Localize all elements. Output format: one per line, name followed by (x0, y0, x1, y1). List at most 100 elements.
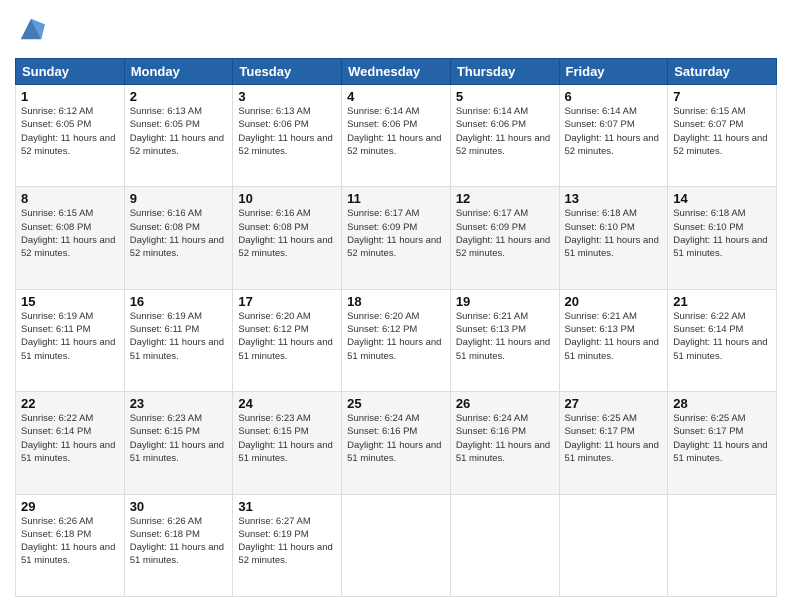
day-cell: 17Sunrise: 6:20 AMSunset: 6:12 PMDayligh… (233, 289, 342, 391)
day-number: 7 (673, 89, 771, 104)
day-number: 18 (347, 294, 445, 309)
week-row-5: 29Sunrise: 6:26 AMSunset: 6:18 PMDayligh… (16, 494, 777, 596)
day-info: Sunrise: 6:13 AMSunset: 6:05 PMDaylight:… (130, 105, 228, 158)
day-cell: 9Sunrise: 6:16 AMSunset: 6:08 PMDaylight… (124, 187, 233, 289)
day-info: Sunrise: 6:24 AMSunset: 6:16 PMDaylight:… (456, 412, 554, 465)
day-cell: 27Sunrise: 6:25 AMSunset: 6:17 PMDayligh… (559, 392, 668, 494)
day-number: 16 (130, 294, 228, 309)
day-number: 14 (673, 191, 771, 206)
day-info: Sunrise: 6:14 AMSunset: 6:06 PMDaylight:… (456, 105, 554, 158)
day-number: 28 (673, 396, 771, 411)
day-number: 23 (130, 396, 228, 411)
day-info: Sunrise: 6:20 AMSunset: 6:12 PMDaylight:… (347, 310, 445, 363)
day-number: 19 (456, 294, 554, 309)
day-info: Sunrise: 6:23 AMSunset: 6:15 PMDaylight:… (238, 412, 336, 465)
day-number: 1 (21, 89, 119, 104)
day-number: 25 (347, 396, 445, 411)
weekday-header-row: SundayMondayTuesdayWednesdayThursdayFrid… (16, 59, 777, 85)
day-number: 4 (347, 89, 445, 104)
day-cell: 31Sunrise: 6:27 AMSunset: 6:19 PMDayligh… (233, 494, 342, 596)
day-cell: 8Sunrise: 6:15 AMSunset: 6:08 PMDaylight… (16, 187, 125, 289)
day-number: 20 (565, 294, 663, 309)
day-number: 15 (21, 294, 119, 309)
day-info: Sunrise: 6:12 AMSunset: 6:05 PMDaylight:… (21, 105, 119, 158)
day-number: 9 (130, 191, 228, 206)
weekday-header-wednesday: Wednesday (342, 59, 451, 85)
day-info: Sunrise: 6:20 AMSunset: 6:12 PMDaylight:… (238, 310, 336, 363)
day-cell: 4Sunrise: 6:14 AMSunset: 6:06 PMDaylight… (342, 85, 451, 187)
day-cell (450, 494, 559, 596)
day-info: Sunrise: 6:17 AMSunset: 6:09 PMDaylight:… (347, 207, 445, 260)
weekday-header-thursday: Thursday (450, 59, 559, 85)
day-number: 21 (673, 294, 771, 309)
day-info: Sunrise: 6:23 AMSunset: 6:15 PMDaylight:… (130, 412, 228, 465)
day-number: 10 (238, 191, 336, 206)
day-number: 12 (456, 191, 554, 206)
day-number: 30 (130, 499, 228, 514)
day-number: 31 (238, 499, 336, 514)
day-cell: 14Sunrise: 6:18 AMSunset: 6:10 PMDayligh… (668, 187, 777, 289)
day-info: Sunrise: 6:26 AMSunset: 6:18 PMDaylight:… (21, 515, 119, 568)
day-cell: 24Sunrise: 6:23 AMSunset: 6:15 PMDayligh… (233, 392, 342, 494)
weekday-header-tuesday: Tuesday (233, 59, 342, 85)
day-info: Sunrise: 6:14 AMSunset: 6:06 PMDaylight:… (347, 105, 445, 158)
logo-icon (17, 15, 45, 43)
day-cell: 11Sunrise: 6:17 AMSunset: 6:09 PMDayligh… (342, 187, 451, 289)
day-cell: 12Sunrise: 6:17 AMSunset: 6:09 PMDayligh… (450, 187, 559, 289)
day-info: Sunrise: 6:27 AMSunset: 6:19 PMDaylight:… (238, 515, 336, 568)
day-info: Sunrise: 6:22 AMSunset: 6:14 PMDaylight:… (21, 412, 119, 465)
day-info: Sunrise: 6:24 AMSunset: 6:16 PMDaylight:… (347, 412, 445, 465)
logo (15, 15, 45, 48)
day-info: Sunrise: 6:19 AMSunset: 6:11 PMDaylight:… (130, 310, 228, 363)
day-info: Sunrise: 6:17 AMSunset: 6:09 PMDaylight:… (456, 207, 554, 260)
day-info: Sunrise: 6:21 AMSunset: 6:13 PMDaylight:… (456, 310, 554, 363)
day-cell: 6Sunrise: 6:14 AMSunset: 6:07 PMDaylight… (559, 85, 668, 187)
day-cell: 1Sunrise: 6:12 AMSunset: 6:05 PMDaylight… (16, 85, 125, 187)
day-cell: 28Sunrise: 6:25 AMSunset: 6:17 PMDayligh… (668, 392, 777, 494)
day-number: 2 (130, 89, 228, 104)
day-info: Sunrise: 6:21 AMSunset: 6:13 PMDaylight:… (565, 310, 663, 363)
weekday-header-monday: Monday (124, 59, 233, 85)
day-cell: 10Sunrise: 6:16 AMSunset: 6:08 PMDayligh… (233, 187, 342, 289)
day-info: Sunrise: 6:18 AMSunset: 6:10 PMDaylight:… (673, 207, 771, 260)
day-number: 22 (21, 396, 119, 411)
day-number: 11 (347, 191, 445, 206)
day-info: Sunrise: 6:22 AMSunset: 6:14 PMDaylight:… (673, 310, 771, 363)
weekday-header-friday: Friday (559, 59, 668, 85)
day-info: Sunrise: 6:19 AMSunset: 6:11 PMDaylight:… (21, 310, 119, 363)
day-number: 24 (238, 396, 336, 411)
day-cell: 16Sunrise: 6:19 AMSunset: 6:11 PMDayligh… (124, 289, 233, 391)
day-cell: 20Sunrise: 6:21 AMSunset: 6:13 PMDayligh… (559, 289, 668, 391)
day-cell: 25Sunrise: 6:24 AMSunset: 6:16 PMDayligh… (342, 392, 451, 494)
week-row-4: 22Sunrise: 6:22 AMSunset: 6:14 PMDayligh… (16, 392, 777, 494)
day-info: Sunrise: 6:18 AMSunset: 6:10 PMDaylight:… (565, 207, 663, 260)
day-info: Sunrise: 6:25 AMSunset: 6:17 PMDaylight:… (673, 412, 771, 465)
header (15, 15, 777, 48)
day-number: 3 (238, 89, 336, 104)
day-cell: 26Sunrise: 6:24 AMSunset: 6:16 PMDayligh… (450, 392, 559, 494)
day-cell (668, 494, 777, 596)
day-cell: 21Sunrise: 6:22 AMSunset: 6:14 PMDayligh… (668, 289, 777, 391)
day-cell (559, 494, 668, 596)
day-cell: 29Sunrise: 6:26 AMSunset: 6:18 PMDayligh… (16, 494, 125, 596)
day-info: Sunrise: 6:15 AMSunset: 6:07 PMDaylight:… (673, 105, 771, 158)
calendar-table: SundayMondayTuesdayWednesdayThursdayFrid… (15, 58, 777, 597)
day-number: 6 (565, 89, 663, 104)
day-cell: 3Sunrise: 6:13 AMSunset: 6:06 PMDaylight… (233, 85, 342, 187)
weekday-header-saturday: Saturday (668, 59, 777, 85)
day-cell: 2Sunrise: 6:13 AMSunset: 6:05 PMDaylight… (124, 85, 233, 187)
weekday-header-sunday: Sunday (16, 59, 125, 85)
day-number: 29 (21, 499, 119, 514)
day-info: Sunrise: 6:26 AMSunset: 6:18 PMDaylight:… (130, 515, 228, 568)
day-cell: 13Sunrise: 6:18 AMSunset: 6:10 PMDayligh… (559, 187, 668, 289)
day-number: 13 (565, 191, 663, 206)
day-cell: 19Sunrise: 6:21 AMSunset: 6:13 PMDayligh… (450, 289, 559, 391)
week-row-2: 8Sunrise: 6:15 AMSunset: 6:08 PMDaylight… (16, 187, 777, 289)
week-row-3: 15Sunrise: 6:19 AMSunset: 6:11 PMDayligh… (16, 289, 777, 391)
day-info: Sunrise: 6:15 AMSunset: 6:08 PMDaylight:… (21, 207, 119, 260)
day-cell (342, 494, 451, 596)
day-info: Sunrise: 6:16 AMSunset: 6:08 PMDaylight:… (130, 207, 228, 260)
day-cell: 22Sunrise: 6:22 AMSunset: 6:14 PMDayligh… (16, 392, 125, 494)
week-row-1: 1Sunrise: 6:12 AMSunset: 6:05 PMDaylight… (16, 85, 777, 187)
day-info: Sunrise: 6:14 AMSunset: 6:07 PMDaylight:… (565, 105, 663, 158)
